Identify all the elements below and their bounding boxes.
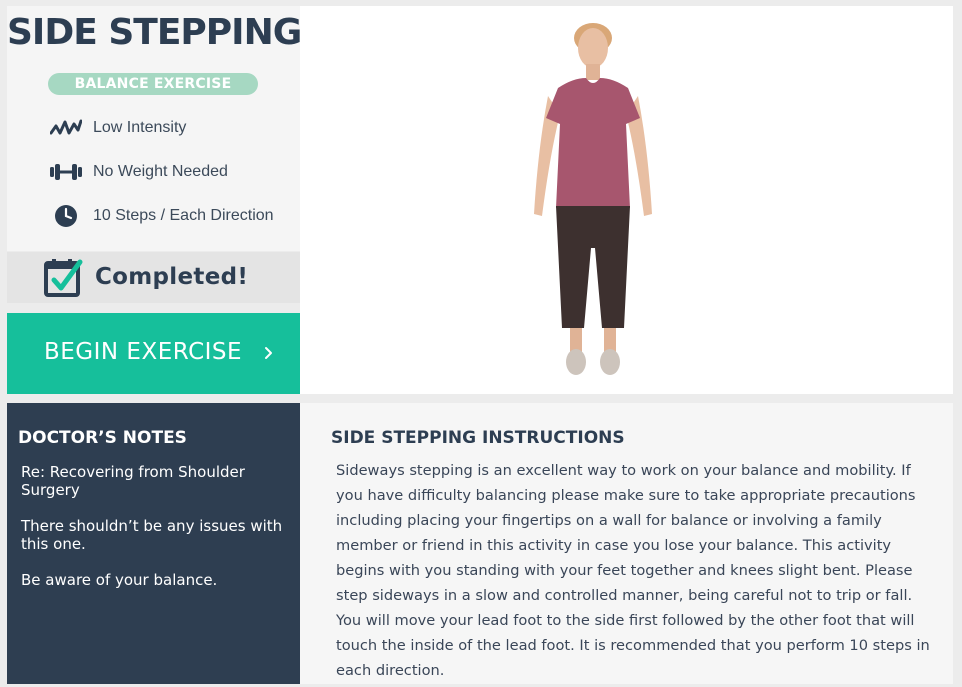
exercise-demo-video[interactable] bbox=[300, 6, 953, 394]
instructions-title: SIDE STEPPING INSTRUCTIONS bbox=[331, 428, 625, 448]
begin-exercise-label: BEGIN EXERCISE bbox=[44, 339, 243, 365]
calendar-check-icon bbox=[43, 258, 83, 298]
doctors-note: Re: Recovering from Shoulder Surgery bbox=[21, 463, 245, 499]
doctors-notes-panel: DOCTOR’S NOTES Re: Recovering from Shoul… bbox=[7, 403, 300, 684]
instructions-panel: SIDE STEPPING INSTRUCTIONS Sideways step… bbox=[300, 403, 953, 684]
exercise-demo-figure bbox=[534, 23, 652, 375]
intensity-row: Low Intensity bbox=[49, 114, 186, 142]
clock-icon bbox=[49, 204, 83, 228]
instructions-body: Sideways stepping is an excellent way to… bbox=[336, 462, 930, 679]
doctors-note: There shouldn’t be any issues with this … bbox=[21, 517, 283, 553]
completed-status: Completed! bbox=[7, 252, 300, 303]
exercise-info-panel: SIDE STEPPING BALANCE EXERCISE Low Inten… bbox=[7, 6, 302, 251]
dumbbell-icon bbox=[49, 160, 83, 184]
doctors-note: Be aware of your balance. bbox=[21, 571, 218, 589]
category-badge: BALANCE EXERCISE bbox=[48, 73, 258, 95]
reps-text: 10 Steps / Each Direction bbox=[93, 207, 274, 224]
weight-row: No Weight Needed bbox=[49, 158, 228, 186]
doctors-notes-title: DOCTOR’S NOTES bbox=[18, 428, 187, 448]
intensity-text: Low Intensity bbox=[93, 119, 187, 136]
completed-label: Completed! bbox=[95, 264, 249, 290]
weight-text: No Weight Needed bbox=[93, 163, 228, 180]
exercise-title: SIDE STEPPING bbox=[7, 12, 302, 53]
chevron-right-icon bbox=[263, 343, 275, 363]
begin-exercise-button[interactable]: BEGIN EXERCISE bbox=[7, 313, 300, 394]
intensity-wave-icon bbox=[49, 116, 83, 140]
reps-row: 10 Steps / Each Direction bbox=[49, 202, 274, 230]
